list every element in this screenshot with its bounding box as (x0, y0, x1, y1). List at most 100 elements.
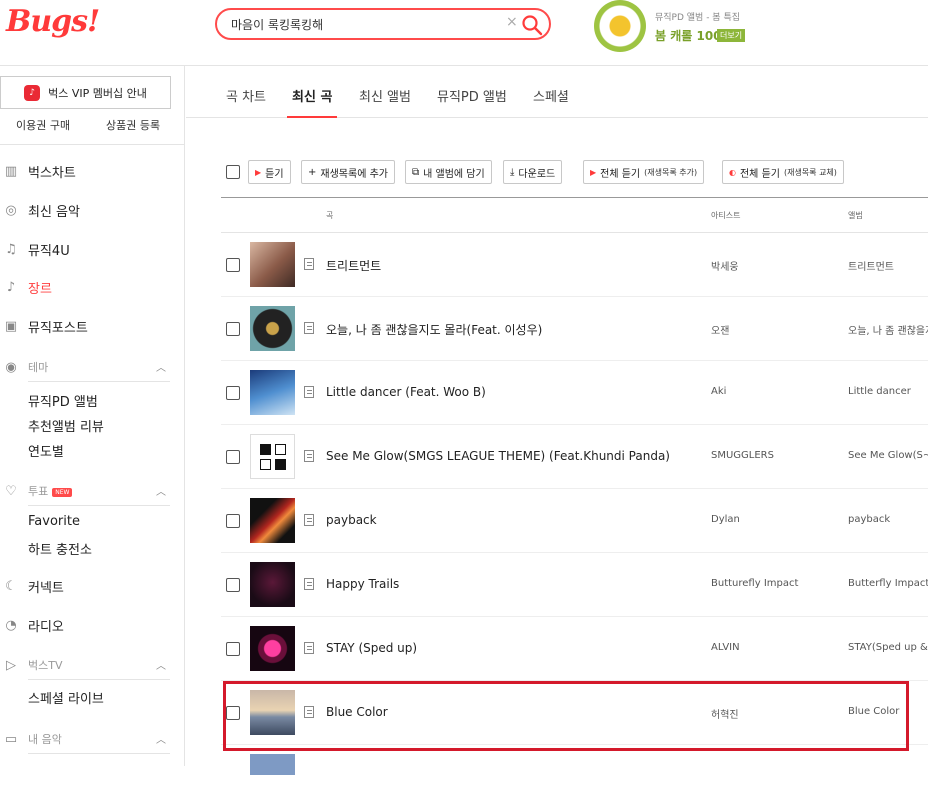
table-row[interactable]: 트리트먼트 박세웅 트리트먼트 (221, 233, 928, 297)
artist-name[interactable]: Dylan (711, 514, 740, 525)
song-title[interactable]: 트리트먼트 (326, 257, 381, 274)
song-title[interactable]: payback (326, 513, 377, 527)
song-title[interactable]: STAY (Sped up) (326, 641, 417, 655)
artist-name[interactable]: 오잰 (711, 322, 729, 337)
lyrics-icon[interactable] (304, 258, 314, 270)
search-icon[interactable] (521, 14, 543, 36)
artist-name[interactable]: Butturefly Impact (711, 578, 798, 589)
album-name[interactable]: 오늘, 나 좀 괜찮을지 (848, 322, 928, 337)
sidebar-section-bugstv[interactable]: ▷ 벅스TV ︿ (0, 654, 184, 676)
sidebar-sub-by-year[interactable]: 연도별 (28, 441, 64, 460)
row-checkbox[interactable] (226, 642, 240, 656)
sidebar-sub-heart-charge[interactable]: 하트 충전소 (28, 539, 92, 558)
sidebar-section-vote[interactable]: ♡ 투표 NEW ︿ (0, 480, 184, 502)
artist-name[interactable]: SMUGGLERS (711, 450, 774, 461)
vip-membership-button[interactable]: ♪ 벅스 VIP 멤버십 안내 (0, 76, 171, 109)
song-title[interactable]: Little dancer (Feat. Woo B) (326, 385, 486, 399)
album-cover[interactable] (250, 242, 295, 287)
sidebar-item-radio[interactable]: ◔ 라디오 (0, 614, 184, 636)
chevron-up-icon[interactable]: ︿ (156, 359, 166, 374)
sidebar-item-music-post[interactable]: ▣ 뮤직포스트 (0, 315, 184, 337)
lyrics-icon[interactable] (304, 386, 314, 398)
sidebar-item-connect[interactable]: ☾ 커넥트 (0, 575, 184, 597)
chevron-up-icon[interactable]: ︿ (156, 657, 166, 672)
table-row[interactable]: See Me Glow(SMGS LEAGUE THEME) (Feat.Khu… (221, 425, 928, 489)
section-label: 벅스TV (28, 659, 63, 672)
listen-button[interactable]: ▶ 듣기 (248, 160, 291, 184)
sidebar-sub-music-pd-album[interactable]: 뮤직PD 앨범 (28, 391, 98, 410)
song-title[interactable]: See Me Glow(SMGS LEAGUE THEME) (Feat.Khu… (326, 449, 670, 463)
row-checkbox[interactable] (226, 578, 240, 592)
tab-bar: 곡 차트 최신 곡 최신 앨범 뮤직PD 앨범 스페셜 (186, 66, 928, 118)
sidebar-item-genre[interactable]: ♪ 장르 (0, 276, 184, 298)
album-cover[interactable] (250, 626, 295, 671)
chevron-up-icon[interactable]: ︿ (156, 483, 166, 498)
album-cover[interactable] (250, 562, 295, 607)
buy-pass-link[interactable]: 이용권 구매 (16, 117, 70, 133)
tab-song-chart[interactable]: 곡 차트 (226, 86, 266, 105)
sidebar-item-bugs-chart[interactable]: ▥ 벅스차트 (0, 160, 184, 182)
row-checkbox[interactable] (226, 514, 240, 528)
table-row-partial[interactable] (221, 745, 928, 809)
register-gift-link[interactable]: 상품권 등록 (106, 117, 160, 133)
lyrics-icon[interactable] (304, 322, 314, 334)
table-row[interactable]: Little dancer (Feat. Woo B) Aki Little d… (221, 361, 928, 425)
album-name[interactable]: Little dancer (848, 386, 928, 397)
song-title[interactable]: Happy Trails (326, 577, 399, 591)
tab-latest-albums[interactable]: 최신 앨범 (359, 86, 411, 105)
album-cover[interactable] (250, 754, 295, 775)
album-name[interactable]: Butterfly Impact (848, 578, 928, 589)
tv-icon: ▷ (6, 657, 16, 673)
listen-all-add-button[interactable]: ▶ 전체 듣기 (재생목록 추가) (583, 160, 705, 184)
row-checkbox[interactable] (226, 450, 240, 464)
row-checkbox[interactable] (226, 322, 240, 336)
download-button[interactable]: ⤓ 다운로드 (503, 160, 563, 184)
sidebar-item-music4u[interactable]: ♫ 뮤직4U (0, 238, 184, 260)
section-label: 투표 NEW (28, 483, 73, 499)
listen-all-replace-button[interactable]: ◐ 전체 듣기 (재생목록 교체) (722, 160, 844, 184)
table-row[interactable]: 오늘, 나 좀 괜찮을지도 몰라(Feat. 이성우) 오잰 오늘, 나 좀 괜… (221, 297, 928, 361)
artist-name[interactable]: Aki (711, 386, 726, 397)
select-all-checkbox[interactable] (226, 165, 240, 179)
divider (28, 753, 170, 754)
sidebar-section-my-music[interactable]: ▭ 내 음악 ︿ (0, 728, 184, 750)
sidebar-item-new-music[interactable]: ◎ 최신 음악 (0, 199, 184, 221)
album-cover[interactable] (250, 370, 295, 415)
album-name[interactable]: STAY(Sped up & (848, 642, 928, 653)
album-cover[interactable] (250, 434, 295, 479)
sidebar-sub-special-live[interactable]: 스페셜 라이브 (28, 688, 104, 707)
sidebar-sub-favorite[interactable]: Favorite (28, 514, 80, 529)
lyrics-icon[interactable] (304, 514, 314, 526)
tab-music-pd-album[interactable]: 뮤직PD 앨범 (437, 86, 507, 105)
artist-name[interactable]: 박세웅 (711, 258, 739, 273)
album-name[interactable]: See Me Glow(S~ (848, 450, 928, 461)
lyrics-icon[interactable] (304, 578, 314, 590)
album-name[interactable]: 트리트먼트 (848, 258, 928, 273)
artist-name[interactable]: ALVIN (711, 642, 740, 653)
row-checkbox[interactable] (226, 386, 240, 400)
album-cover[interactable] (250, 498, 295, 543)
col-artist: 아티스트 (711, 211, 741, 220)
search-input[interactable] (231, 15, 501, 33)
add-to-playlist-button[interactable]: + 재생목록에 추가 (301, 160, 395, 184)
album-cover[interactable] (250, 306, 295, 351)
promo-more-button[interactable]: 더보기 (717, 29, 746, 42)
tab-latest-songs[interactable]: 최신 곡 (292, 86, 332, 105)
table-row[interactable]: STAY (Sped up) ALVIN STAY(Sped up & (221, 617, 928, 681)
clear-icon[interactable]: × (506, 14, 518, 30)
album-name[interactable]: payback (848, 514, 928, 525)
sidebar-section-theme[interactable]: ◉ 테마 ︿ (0, 356, 184, 378)
table-row[interactable]: payback Dylan payback (221, 489, 928, 553)
chevron-up-icon[interactable]: ︿ (156, 731, 166, 746)
table-row[interactable]: Happy Trails Butturefly Impact Butterfly… (221, 553, 928, 617)
row-checkbox[interactable] (226, 258, 240, 272)
bugs-logo[interactable]: Bugs! (6, 4, 100, 39)
tab-special[interactable]: 스페셜 (533, 86, 569, 105)
promo-title: 봄 캐롤 100 (655, 29, 722, 43)
song-title[interactable]: 오늘, 나 좀 괜찮을지도 몰라(Feat. 이성우) (326, 321, 542, 338)
add-to-my-album-button[interactable]: ⧉ 내 앨범에 담기 (405, 160, 492, 184)
sidebar-sub-album-review[interactable]: 추천앨범 리뷰 (28, 416, 104, 435)
lyrics-icon[interactable] (304, 642, 314, 654)
lyrics-icon[interactable] (304, 450, 314, 462)
promo-banner[interactable]: 뮤직PD 앨범 - 봄 특집 봄 캐롤 100 더보기 (594, 0, 774, 55)
